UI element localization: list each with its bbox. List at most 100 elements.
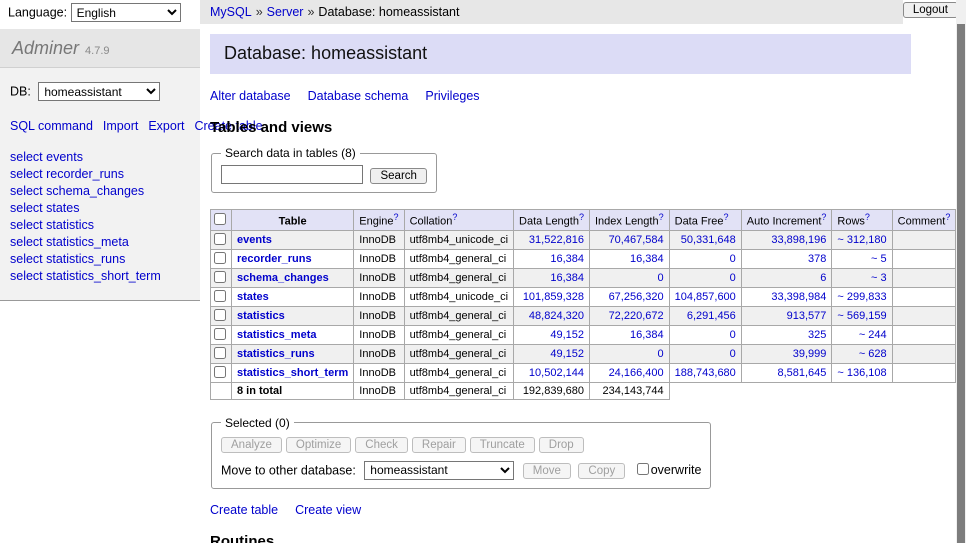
auto-increment-link[interactable]: 33,398,984 [771,291,826,303]
breadcrumb-link-mysql[interactable]: MySQL [210,5,252,19]
table-name-link[interactable]: statistics_meta [237,329,317,341]
rows-count-link[interactable]: ~ 244 [859,329,887,341]
sidebar-table-link[interactable]: select states [10,201,79,215]
auto-increment-link[interactable]: 39,999 [793,348,827,360]
table-name-link[interactable]: schema_changes [237,272,329,284]
sidebar-action-link[interactable]: Import [103,119,138,133]
overwrite-checkbox[interactable] [637,463,649,475]
data-free-link[interactable]: 104,857,600 [675,291,736,303]
search-button[interactable]: Search [370,168,426,184]
row-checkbox[interactable] [214,290,226,302]
column-help-link[interactable]: ? [394,212,399,222]
bulk-action-button[interactable]: Repair [412,437,466,453]
index-length-link[interactable]: 70,467,584 [609,234,664,246]
column-help-link[interactable]: ? [452,212,457,222]
overwrite-toggle[interactable]: overwrite [637,463,702,477]
create-link[interactable]: Create table [210,503,278,517]
data-free-link[interactable]: 50,331,648 [681,234,736,246]
index-length-link[interactable]: 0 [658,348,664,360]
row-checkbox[interactable] [214,309,226,321]
index-length-link[interactable]: 72,220,672 [609,310,664,322]
move-button[interactable]: Move [523,463,571,479]
row-checkbox[interactable] [214,366,226,378]
auto-increment-link[interactable]: 325 [808,329,826,341]
database-action-link[interactable]: Database schema [308,89,409,103]
auto-increment-link[interactable]: 6 [820,272,826,284]
data-free-link[interactable]: 0 [730,253,736,265]
sidebar-table-link[interactable]: select statistics_meta [10,235,129,249]
data-length-link[interactable]: 48,824,320 [529,310,584,322]
row-checkbox[interactable] [214,347,226,359]
bulk-action-button[interactable]: Check [355,437,408,453]
table-name-link[interactable]: statistics_runs [237,348,315,360]
rows-count-link[interactable]: ~ 136,108 [837,367,886,379]
column-help-link[interactable]: ? [579,212,584,222]
index-length-link[interactable]: 24,166,400 [609,367,664,379]
rows-count-link[interactable]: ~ 299,833 [837,291,886,303]
data-length-link[interactable]: 31,522,816 [529,234,584,246]
search-input[interactable] [221,165,363,184]
row-checkbox[interactable] [214,233,226,245]
scrollbar-thumb[interactable] [957,24,965,543]
data-length-link[interactable]: 10,502,144 [529,367,584,379]
data-length-link[interactable]: 16,384 [550,272,584,284]
db-select[interactable]: homeassistant [38,82,160,101]
column-help-link[interactable]: ? [724,212,729,222]
copy-button[interactable]: Copy [578,463,625,479]
logout-button[interactable]: Logout [903,2,958,18]
bulk-action-button[interactable]: Truncate [470,437,535,453]
row-checkbox[interactable] [214,252,226,264]
table-name-link[interactable]: recorder_runs [237,253,312,265]
language-select[interactable]: English [71,3,181,22]
rows-count-link[interactable]: ~ 312,180 [837,234,886,246]
index-length-link[interactable]: 0 [658,272,664,284]
sidebar-action-link[interactable]: Export [148,119,184,133]
index-length-link[interactable]: 16,384 [630,329,664,341]
sidebar-table-link[interactable]: select statistics_short_term [10,269,161,283]
sidebar-action-link[interactable]: SQL command [10,119,93,133]
data-free-link[interactable]: 0 [730,348,736,360]
create-link[interactable]: Create view [295,503,361,517]
index-length-link[interactable]: 16,384 [630,253,664,265]
column-help-link[interactable]: ? [659,212,664,222]
table-name-link[interactable]: states [237,291,269,303]
bulk-action-button[interactable]: Optimize [286,437,351,453]
column-help-link[interactable]: ? [865,212,870,222]
table-name-link[interactable]: statistics [237,310,285,322]
auto-increment-link[interactable]: 33,898,196 [771,234,826,246]
data-free-link[interactable]: 188,743,680 [675,367,736,379]
auto-increment-link[interactable]: 378 [808,253,826,265]
breadcrumb-link-server[interactable]: Server [267,5,304,19]
data-length-link[interactable]: 49,152 [550,348,584,360]
data-length-link[interactable]: 16,384 [550,253,584,265]
row-checkbox[interactable] [214,271,226,283]
rows-count-link[interactable]: ~ 3 [871,272,887,284]
sidebar-table-link[interactable]: select statistics_runs [10,252,125,266]
data-free-link[interactable]: 6,291,456 [687,310,736,322]
database-action-link[interactable]: Alter database [210,89,291,103]
sidebar-table-link[interactable]: select schema_changes [10,184,144,198]
sidebar-table-link[interactable]: select events [10,150,83,164]
data-length-link[interactable]: 101,859,328 [523,291,584,303]
auto-increment-link[interactable]: 913,577 [787,310,827,322]
bulk-action-button[interactable]: Drop [539,437,584,453]
move-db-select[interactable]: homeassistant [364,461,514,480]
sidebar-table-link[interactable]: select statistics [10,218,94,232]
sidebar-table-link[interactable]: select recorder_runs [10,167,124,181]
column-help-link[interactable]: ? [945,212,950,222]
rows-count-link[interactable]: ~ 5 [871,253,887,265]
row-checkbox[interactable] [214,328,226,340]
auto-increment-link[interactable]: 8,581,645 [777,367,826,379]
bulk-action-button[interactable]: Analyze [221,437,282,453]
vertical-scrollbar[interactable] [956,0,966,543]
table-name-link[interactable]: statistics_short_term [237,367,348,379]
data-free-link[interactable]: 0 [730,272,736,284]
data-length-link[interactable]: 49,152 [550,329,584,341]
data-free-link[interactable]: 0 [730,329,736,341]
database-action-link[interactable]: Privileges [425,89,479,103]
select-all-checkbox[interactable] [214,213,226,225]
rows-count-link[interactable]: ~ 569,159 [837,310,886,322]
table-name-link[interactable]: events [237,234,272,246]
index-length-link[interactable]: 67,256,320 [609,291,664,303]
rows-count-link[interactable]: ~ 628 [859,348,887,360]
